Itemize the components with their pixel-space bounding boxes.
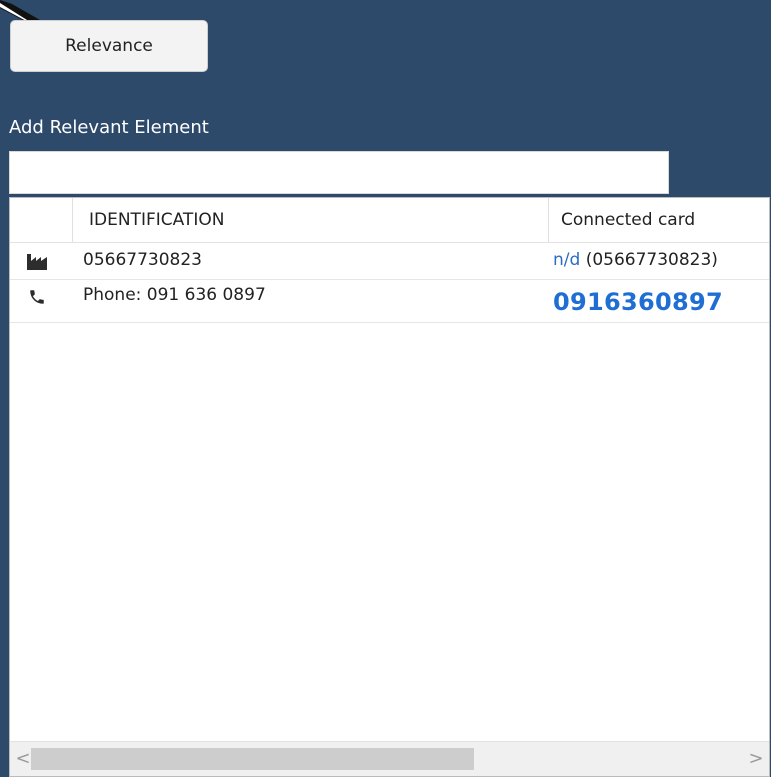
connected-card-extra: (05667730823) <box>585 250 718 270</box>
identification-cell: 05667730823 <box>83 250 202 270</box>
add-relevant-element-label: Add Relevant Element <box>9 117 209 138</box>
connected-card-link[interactable]: 0916360897 <box>553 288 723 316</box>
column-header-connected-card[interactable]: Connected card <box>561 198 695 242</box>
relevant-elements-grid: IDENTIFICATION Connected card 0566773082… <box>9 197 770 777</box>
phone-icon <box>30 290 44 304</box>
table-row[interactable]: Phone: 091 636 0897 0916360897 <box>10 280 769 323</box>
add-relevant-element-input[interactable] <box>9 151 669 194</box>
connected-card-cell: n/d (05667730823) <box>553 250 718 270</box>
column-header-identification[interactable]: IDENTIFICATION <box>89 198 224 242</box>
scrollbar-thumb[interactable] <box>31 748 474 770</box>
table-row[interactable]: 05667730823 n/d (05667730823) <box>10 243 769 280</box>
column-separator[interactable] <box>548 198 549 242</box>
connected-card-link[interactable]: n/d <box>553 250 580 270</box>
factory-icon <box>27 254 47 270</box>
column-header-icon[interactable] <box>10 198 72 242</box>
identification-cell: Phone: 091 636 0897 <box>83 285 266 305</box>
scroll-right-arrow-icon[interactable]: > <box>743 742 769 776</box>
column-separator[interactable] <box>72 198 73 242</box>
horizontal-scrollbar[interactable]: < > <box>10 741 769 776</box>
relevance-button[interactable]: Relevance <box>10 20 208 72</box>
grid-header: IDENTIFICATION Connected card <box>10 198 769 243</box>
